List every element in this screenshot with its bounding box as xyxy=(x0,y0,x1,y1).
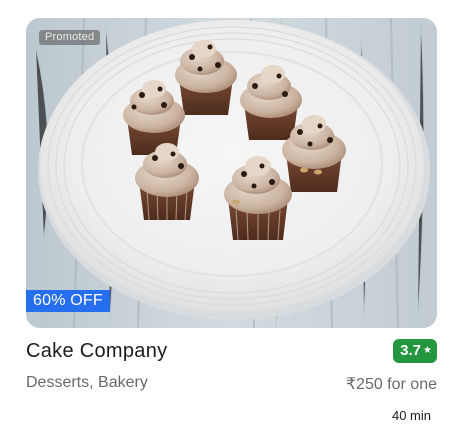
rating-badge: 3.7 ★ xyxy=(393,339,437,363)
promoted-badge: Promoted xyxy=(39,30,101,45)
restaurant-card[interactable]: Promoted 60% OFF Cake Company 3.7 ★ Dess… xyxy=(26,18,437,438)
price-for-one: ₹250 for one xyxy=(345,376,437,393)
restaurant-name[interactable]: Cake Company xyxy=(26,340,167,363)
discount-badge: 60% OFF xyxy=(26,290,110,312)
rating-value: 3.7 xyxy=(400,342,422,359)
cupcakes-image xyxy=(26,18,437,328)
cuisine-list: Desserts, Bakery xyxy=(26,374,148,391)
restaurant-photo[interactable]: Promoted 60% OFF xyxy=(26,18,437,328)
delivery-time: 40 min xyxy=(391,408,431,423)
star-icon: ★ xyxy=(423,345,432,356)
